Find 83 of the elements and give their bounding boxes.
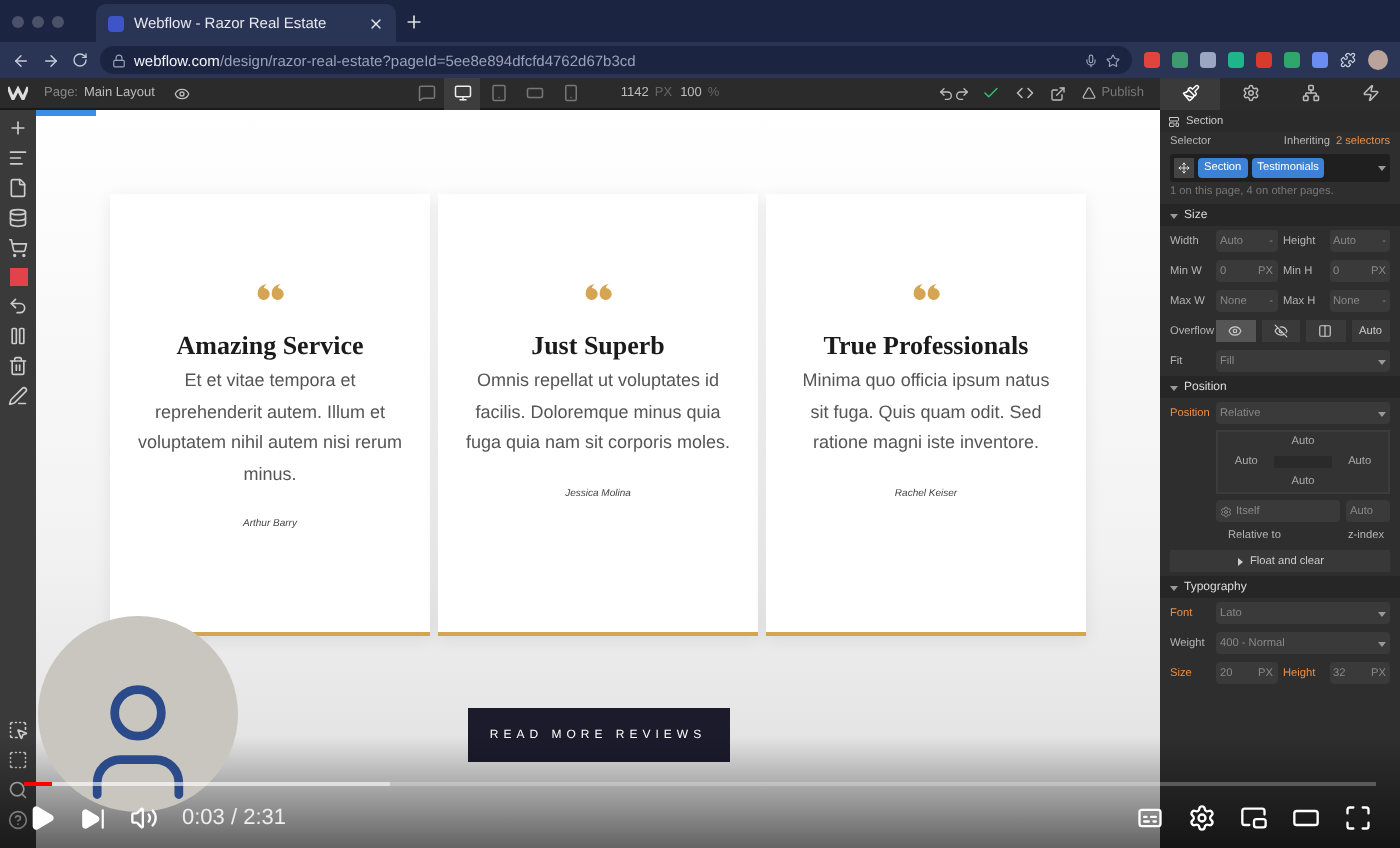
desktop-icon [453,84,472,102]
extension-icon[interactable] [1284,52,1300,68]
extension-icon[interactable] [1172,52,1188,68]
gear-icon [1220,505,1232,517]
avatar-icon[interactable] [1368,50,1388,70]
caret-icon [1170,383,1178,391]
add-icon[interactable] [8,118,28,138]
select-icon[interactable] [8,720,28,740]
card-text: Et et vitae tempora et reprehenderit autem. Illum et voluptatem nihil autem nisi rerum minus. [136,368,404,488]
card-text: Omnis repellat ut voluptates id facilis. Doloremque minus quia fuga quia nam sit corporis moles. [464,368,732,457]
settings-icon[interactable] [1188,804,1216,832]
selector-icon[interactable] [1174,158,1194,178]
section-icon [1168,115,1180,127]
tablet-icon [489,84,508,102]
quote-icon [912,282,940,302]
search-icon[interactable] [8,780,28,800]
extension-icon[interactable] [1200,52,1216,68]
pen-icon[interactable] [8,386,28,406]
record-icon[interactable] [9,268,27,286]
card-title: True Professionals [823,330,1029,362]
overflow-option[interactable] [1216,320,1255,342]
preview-icon[interactable] [174,85,191,101]
logo-icon[interactable] [8,86,28,100]
forward-icon[interactable] [42,51,60,69]
close-icon[interactable] [368,15,384,31]
video-time: 0:03 / 2:31 [182,806,286,830]
caret-icon [1235,557,1244,565]
cart-icon[interactable] [8,238,28,258]
nodes-icon [1301,84,1320,102]
code-icon[interactable] [1015,84,1034,102]
overflow-option[interactable] [1261,320,1300,342]
theater-icon[interactable] [1292,804,1320,832]
eye-off-icon [1273,324,1288,338]
device-button[interactable] [444,77,481,109]
puzzle-icon[interactable] [1340,52,1356,68]
fullscreen-icon[interactable] [1344,804,1372,832]
reload-icon[interactable] [72,52,88,68]
help-icon[interactable] [8,810,28,830]
caret-icon [1378,164,1386,172]
caret-icon [1378,609,1386,617]
caret-icon [1378,409,1386,417]
trash-icon[interactable] [8,356,28,376]
card-text: Minima quo officia ipsum natus sit fuga. Quis quam odit. Sed ratione magni iste inventore. [800,368,1052,457]
next-icon[interactable] [80,805,106,831]
columns-icon [1318,324,1333,338]
quote-icon [256,282,284,302]
database-icon[interactable] [8,208,28,228]
dashed-square-icon[interactable] [8,750,28,770]
undo-icon[interactable] [8,296,28,316]
undo-icon[interactable] [937,85,954,101]
miniplayer-icon[interactable] [1240,804,1268,832]
caret-icon [1378,357,1386,365]
brush-icon [1181,84,1200,102]
redo-icon[interactable] [953,85,970,101]
comment-icon [417,84,436,102]
extension-icon[interactable] [1228,52,1244,68]
settings-icon [1241,84,1260,102]
bolt-icon [1361,84,1380,102]
caret-icon [1378,639,1386,647]
card-title: Just Superb [531,330,665,362]
landscape-icon [525,84,544,102]
panel-tab[interactable] [1160,77,1221,109]
selection-tag [36,110,96,116]
pause-icon[interactable] [8,326,28,346]
new-tab-icon[interactable] [404,11,424,31]
caret-icon [1170,211,1178,219]
list-icon[interactable] [8,148,28,168]
page-icon[interactable] [8,178,28,198]
check-icon[interactable] [981,84,1000,102]
export-icon[interactable] [1049,85,1066,101]
extension-icon[interactable] [1312,52,1328,68]
captions-icon[interactable] [1136,804,1164,832]
back-icon[interactable] [12,51,30,69]
quote-icon [584,282,612,302]
play-icon[interactable] [28,804,56,832]
warning-icon[interactable] [1081,86,1096,100]
eye-icon [1228,324,1243,338]
card-title: Amazing Service [176,330,364,362]
volume-icon[interactable] [130,804,158,832]
phone-icon [561,84,580,102]
favicon-icon [108,15,124,31]
overflow-option[interactable] [1306,320,1345,342]
caret-icon [1170,583,1178,591]
